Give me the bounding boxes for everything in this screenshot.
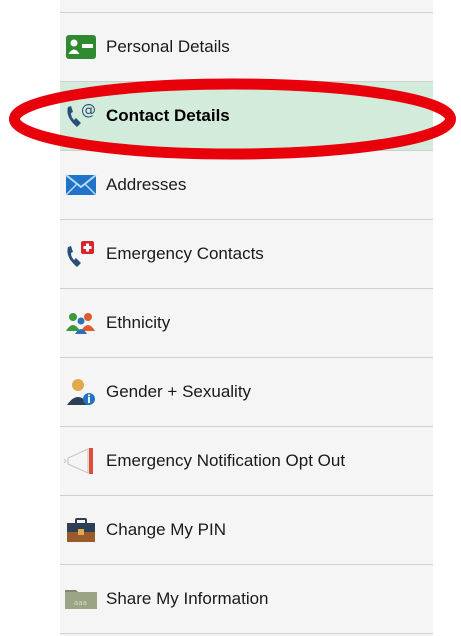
menu-item-label: Share My Information — [106, 589, 269, 608]
menu-item-emergency-contacts[interactable]: Emergency Contacts — [60, 220, 433, 289]
megaphone-icon — [64, 444, 98, 478]
profile-menu: Personal Details @ Contact Details Addre… — [60, 13, 433, 634]
briefcase-icon — [64, 513, 98, 547]
folder-icon: aaa — [64, 582, 98, 616]
menu-item-gender-sexuality[interactable]: Gender + Sexuality — [60, 358, 433, 427]
menu-item-label: Addresses — [106, 175, 187, 194]
svg-text:aaa: aaa — [74, 599, 87, 607]
menu-item-label: Change My PIN — [106, 520, 226, 539]
menu-item-label: Contact Details — [106, 106, 230, 125]
menu-item-label: Emergency Contacts — [106, 244, 264, 263]
phone-at-icon: @ — [64, 99, 98, 133]
envelope-icon — [64, 168, 98, 202]
people-icon — [64, 306, 98, 340]
menu-item-contact-details[interactable]: @ Contact Details — [60, 82, 433, 151]
phone-medical-icon — [64, 237, 98, 271]
menu-item-label: Ethnicity — [106, 313, 171, 332]
menu-item-addresses[interactable]: Addresses — [60, 151, 433, 220]
menu-item-emergency-notification-opt-out[interactable]: Emergency Notification Opt Out — [60, 427, 433, 496]
menu-item-ethnicity[interactable]: Ethnicity — [60, 289, 433, 358]
menu-item-change-my-pin[interactable]: Change My PIN — [60, 496, 433, 565]
person-info-icon — [64, 375, 98, 409]
svg-text:@: @ — [81, 101, 96, 119]
id-card-icon — [64, 30, 98, 64]
menu-item-label: Gender + Sexuality — [106, 382, 252, 401]
menu-item-label: Personal Details — [106, 37, 230, 56]
menu-item-personal-details[interactable]: Personal Details — [60, 13, 433, 82]
menu-item-share-my-information[interactable]: aaa Share My Information — [60, 565, 433, 634]
menu-item-label: Emergency Notification Opt Out — [106, 451, 346, 470]
